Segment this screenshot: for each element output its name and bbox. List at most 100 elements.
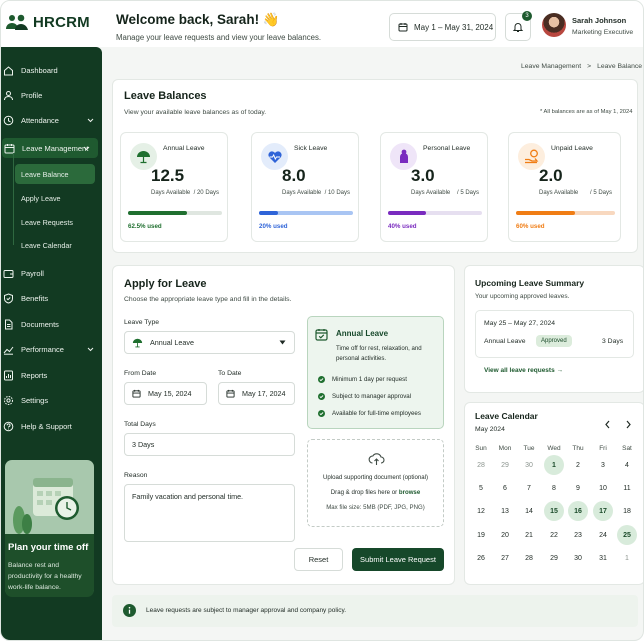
calendar-day[interactable]: 8 (544, 478, 564, 498)
sidebar-item-documents[interactable]: Documents (1, 314, 102, 334)
sick-leave-balance-card[interactable]: Sick Leave 8.0 Days Available / 10 Days … (251, 132, 359, 242)
sidebar-item-settings[interactable]: Settings (1, 390, 102, 410)
chevron-left-icon[interactable] (604, 420, 611, 429)
sidebar-item-benefits[interactable]: Benefits (1, 288, 102, 308)
calendar-day[interactable]: 27 (495, 548, 515, 568)
calendar-day[interactable]: 5 (471, 478, 491, 498)
apply-leave-title: Apply for Leave (124, 278, 207, 290)
sidebar-item-reports[interactable]: Reports (1, 365, 102, 385)
feature-text: Minimum 1 day per request (332, 376, 407, 383)
sidebar-item-payroll[interactable]: Payroll (1, 263, 102, 283)
leave-type-select[interactable]: Annual Leave (124, 331, 295, 354)
calendar-day[interactable]: 23 (568, 525, 588, 545)
leave-type-label: Personal Leave (423, 145, 471, 152)
calendar-day[interactable]: 6 (495, 478, 515, 498)
breadcrumb: Leave Management > Leave Balance (521, 63, 642, 70)
calendar-day[interactable]: 7 (519, 478, 539, 498)
calendar-day[interactable]: 1 (617, 548, 637, 568)
calendar-day[interactable]: 30 (568, 548, 588, 568)
clock-icon (3, 115, 14, 125)
submit-leave-request-button[interactable]: Submit Leave Request (352, 548, 444, 571)
sidebar-item-label: Leave Management (22, 143, 89, 153)
sidebar-item-leave-management[interactable]: Leave Management (2, 138, 98, 158)
calendar-day[interactable]: 9 (568, 478, 588, 498)
total-days-label: Total Days (124, 421, 156, 428)
calendar-day[interactable]: 16 (568, 501, 588, 521)
calendar-day[interactable]: 24 (593, 525, 613, 545)
sidebar-item-dashboard[interactable]: Dashboard (1, 60, 102, 80)
leave-total: / 5 Days (589, 190, 612, 196)
calendar-day[interactable]: 10 (593, 478, 613, 498)
sidebar-subitem-apply-leave[interactable]: Apply Leave (15, 188, 95, 208)
view-all-requests-link[interactable]: View all leave requests → (484, 367, 563, 374)
calendar-day[interactable]: 4 (617, 455, 637, 475)
reset-button[interactable]: Reset (294, 548, 343, 571)
sidebar-item-label: Payroll (21, 268, 44, 278)
date-range-picker[interactable]: May 1 – May 31, 2024 (389, 13, 496, 41)
leave-type-label: Unpaid Leave (551, 145, 593, 152)
sidebar-item-label: Attendance (21, 115, 59, 125)
calendar-day[interactable]: 2 (568, 455, 588, 475)
calendar-icon (226, 389, 235, 398)
calendar-day[interactable]: 12 (471, 501, 491, 521)
annual-leave-balance-card[interactable]: Annual Leave 12.5 Days Available / 20 Da… (120, 132, 228, 242)
chevron-right-icon[interactable] (625, 420, 632, 429)
calendar-day[interactable]: 29 (544, 548, 564, 568)
total-days-input[interactable]: 3 Days (124, 433, 295, 456)
calendar-day[interactable]: 17 (593, 501, 613, 521)
calendar-day[interactable]: 21 (519, 525, 539, 545)
sidebar-item-attendance[interactable]: Attendance (1, 110, 102, 130)
calendar-day[interactable]: 22 (544, 525, 564, 545)
calendar-day[interactable]: 31 (593, 548, 613, 568)
calendar-day[interactable]: 3 (593, 455, 613, 475)
calendar-day[interactable]: 14 (519, 501, 539, 521)
browse-link[interactable]: browse (399, 489, 420, 496)
personal-leave-balance-card[interactable]: Personal Leave 3.0 Days Available / 5 Da… (380, 132, 488, 242)
sidebar-item-performance[interactable]: Performance (1, 339, 102, 359)
calendar-day[interactable]: 11 (617, 478, 637, 498)
info-icon (123, 604, 136, 617)
notifications-button[interactable]: 3 (505, 11, 532, 41)
avatar[interactable] (542, 13, 566, 37)
calendar-day[interactable]: 25 (617, 525, 637, 545)
calendar-day[interactable]: 28 (519, 548, 539, 568)
calendar-day[interactable]: 19 (471, 525, 491, 545)
calendar-day[interactable]: 30 (519, 455, 539, 475)
sidebar-subitem-leave-calendar[interactable]: Leave Calendar (15, 235, 95, 255)
breadcrumb-parent[interactable]: Leave Management (521, 63, 581, 70)
leave-type-label: Annual Leave (163, 145, 205, 152)
wallet-icon (3, 269, 14, 278)
sidebar-item-label: Benefits (21, 293, 49, 303)
calendar-day[interactable]: 13 (495, 501, 515, 521)
leave-type-info-box: Annual Leave Time off for rest, relaxati… (307, 316, 444, 429)
info-title: Annual Leave (336, 329, 389, 338)
days-available-label: Days Available (282, 190, 322, 196)
weekday-label: Thu (572, 445, 584, 452)
sidebar-subitem-leave-requests[interactable]: Leave Requests (15, 212, 95, 232)
calendar-day[interactable]: 28 (471, 455, 491, 475)
logo[interactable]: HRCRM (6, 13, 90, 31)
sidebar-subitem-leave-balance[interactable]: Leave Balance (15, 164, 95, 184)
calendar-day[interactable]: 18 (617, 501, 637, 521)
upload-dropzone[interactable]: Upload supporting document (optional) Dr… (307, 439, 444, 527)
upcoming-desc: Your upcoming approved leaves. (475, 293, 570, 300)
upcoming-leave-item[interactable]: May 25 – May 27, 2024 Annual Leave Appro… (475, 310, 634, 358)
calendar-day[interactable]: 29 (495, 455, 515, 475)
to-date-input[interactable]: May 17, 2024 (218, 382, 295, 405)
reason-value: Family vacation and personal time. (132, 492, 244, 501)
umbrella-icon (132, 338, 143, 347)
calendar-day[interactable]: 26 (471, 548, 491, 568)
reason-textarea[interactable]: Family vacation and personal time. (124, 484, 295, 542)
usage-value: 62.5% used (128, 223, 162, 230)
calendar-day[interactable]: 15 (544, 501, 564, 521)
sidebar-item-help[interactable]: Help & Support (1, 416, 102, 436)
usage-text: 62.5% used (128, 223, 162, 230)
calendar-day[interactable]: 20 (495, 525, 515, 545)
unpaid-leave-balance-card[interactable]: Unpaid Leave 2.0 Days Available / 5 Days… (508, 132, 621, 242)
sidebar-item-profile[interactable]: Profile (1, 85, 102, 105)
feature-item: Subject to manager approval (318, 393, 411, 400)
calendar-icon (132, 389, 141, 398)
report-icon (4, 370, 13, 380)
from-date-input[interactable]: May 15, 2024 (124, 382, 207, 405)
calendar-day[interactable]: 1 (544, 455, 564, 475)
